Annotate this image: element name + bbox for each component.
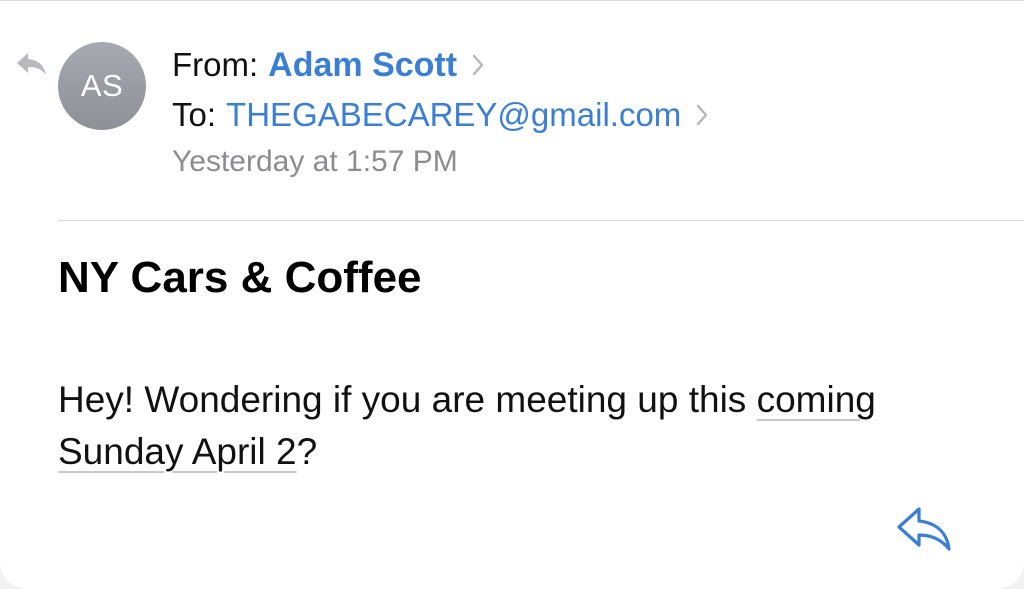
chevron-right-icon[interactable] [471,53,485,77]
message-body: Hey! Wondering if you are meeting up thi… [58,374,998,478]
to-label: To: [172,96,217,133]
body-text-end: ? [296,431,318,472]
from-label: From: [172,46,259,83]
message-date: Yesterday at 1:57 PM [172,145,458,178]
body-text-start: Hey! Wondering if you are meeting up thi… [58,379,757,420]
sender-name[interactable]: Adam Scott [268,46,457,85]
email-message-card: AS From: Adam Scott To: THEGABECAREY@gma… [0,0,1024,589]
header-divider [58,220,1024,221]
avatar-initials: AS [80,68,124,103]
reply-arrow-icon [17,53,46,75]
reply-icon[interactable] [893,503,955,555]
message-subject: NY Cars & Coffee [58,253,422,302]
sender-avatar[interactable]: AS [58,42,146,130]
date-line: Yesterday at 1:57 PM [172,141,458,183]
to-line: To: THEGABECAREY@gmail.com [172,93,709,137]
from-line: From: Adam Scott [172,43,485,87]
recipient-email[interactable]: THEGABECAREY@gmail.com [226,96,681,134]
chevron-right-icon[interactable] [695,103,709,127]
